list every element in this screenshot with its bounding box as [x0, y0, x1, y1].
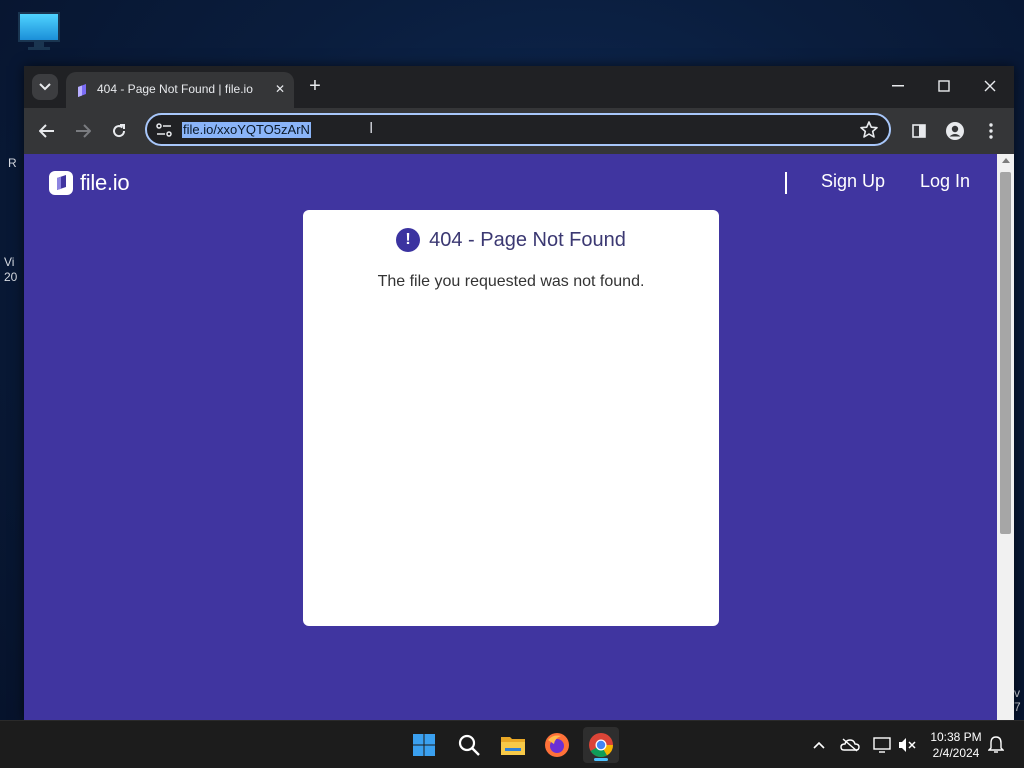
page-viewport: file.io Sign Up Log In ! 404 - Page Not …: [24, 154, 997, 720]
back-icon[interactable]: [36, 120, 58, 142]
menu-kebab-icon[interactable]: [980, 120, 1002, 142]
desktop-label-fragment: Vi: [4, 255, 15, 269]
tab-close-icon[interactable]: ✕: [272, 81, 288, 97]
scroll-thumb[interactable]: [1000, 172, 1011, 534]
text-cursor-icon: I: [369, 120, 374, 137]
page-scrollbar[interactable]: [997, 154, 1014, 720]
tab-active[interactable]: 404 - Page Not Found | file.io ✕: [66, 72, 294, 108]
clock-time: 10:38 PM: [930, 730, 982, 744]
browser-window: 404 - Page Not Found | file.io ✕ + file.…: [24, 66, 1014, 720]
chevron-down-icon: [39, 83, 51, 91]
taskbar: 10:38 PM 2/4/2024: [0, 720, 1024, 768]
desktop-label-fragment: R: [8, 156, 17, 170]
scroll-up-arrow-icon[interactable]: [1002, 158, 1010, 163]
desktop-label-fragment: v: [1014, 686, 1020, 700]
tab-title: 404 - Page Not Found | file.io: [97, 82, 253, 96]
file-explorer-icon[interactable]: [495, 727, 531, 763]
site-logo[interactable]: file.io: [49, 170, 130, 196]
maximize-icon[interactable]: [924, 74, 964, 98]
log-in-link[interactable]: Log In: [920, 171, 970, 192]
desktop-label-fragment: 7: [1014, 700, 1021, 714]
search-icon[interactable]: [451, 727, 487, 763]
volume-muted-icon[interactable]: [898, 735, 918, 755]
url-text[interactable]: file.io/xxoYQTO5zArN: [182, 122, 311, 138]
sign-up-link[interactable]: Sign Up: [821, 171, 885, 192]
clock-date: 2/4/2024: [932, 746, 980, 760]
chevron-up-icon[interactable]: [809, 735, 829, 755]
desktop-label-fragment: 20: [4, 270, 18, 284]
chrome-icon[interactable]: [583, 727, 619, 763]
tab-search-button[interactable]: [32, 74, 58, 100]
active-indicator: [594, 758, 608, 761]
clock[interactable]: 10:38 PM 2/4/2024: [924, 729, 988, 761]
error-message: The file you requested was not found.: [377, 273, 645, 290]
fileio-favicon-icon: [78, 84, 86, 97]
error-header: ! 404 - Page Not Found: [303, 228, 719, 252]
fileio-logo-icon: [49, 171, 73, 195]
error-title: 404 - Page Not Found: [429, 228, 626, 251]
windows-start-icon[interactable]: [406, 727, 442, 763]
logo-text: file.io: [80, 170, 130, 195]
forward-icon[interactable]: [72, 120, 94, 142]
tab-strip: 404 - Page Not Found | file.io ✕ +: [24, 66, 1014, 108]
site-info-icon[interactable]: [156, 123, 172, 137]
new-tab-button[interactable]: +: [306, 76, 324, 96]
monitor-icon[interactable]: [16, 10, 62, 52]
reload-icon[interactable]: [108, 120, 130, 142]
alert-icon: !: [396, 228, 421, 252]
browser-toolbar: file.io/xxoYQTO5zArN I: [24, 108, 1014, 154]
error-card: ! 404 - Page Not Found The file you requ…: [303, 210, 719, 626]
nav-divider: [785, 172, 787, 194]
firefox-icon[interactable]: [539, 727, 575, 763]
onedrive-icon[interactable]: [840, 735, 860, 755]
side-panel-icon[interactable]: [908, 120, 930, 142]
minimize-icon[interactable]: [878, 74, 918, 98]
address-bar[interactable]: file.io/xxoYQTO5zArN I: [145, 113, 891, 146]
close-icon[interactable]: [970, 74, 1010, 98]
notification-bell-icon[interactable]: [986, 735, 1006, 755]
profile-icon[interactable]: [944, 120, 966, 142]
network-icon[interactable]: [872, 735, 892, 755]
bookmark-star-icon[interactable]: [859, 120, 879, 140]
